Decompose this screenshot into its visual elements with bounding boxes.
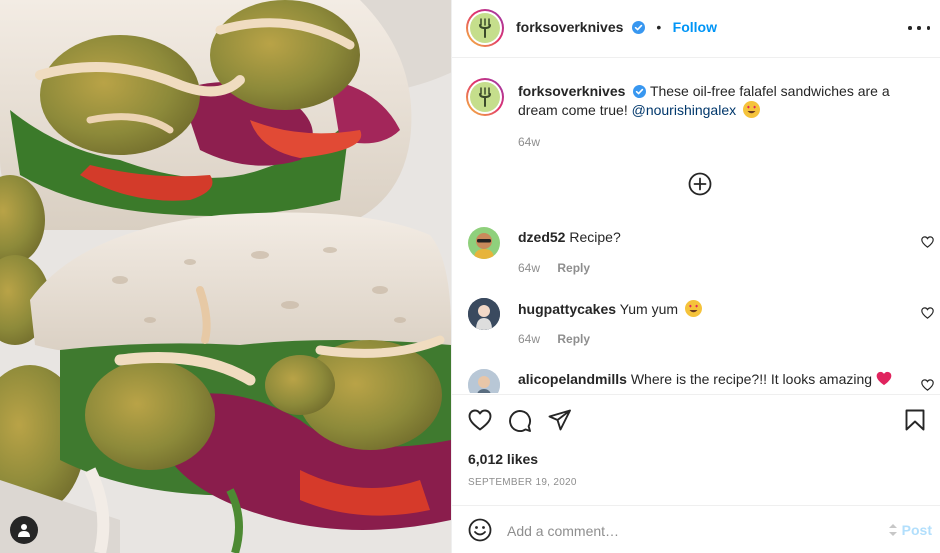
reply-button[interactable]: Reply	[557, 261, 590, 275]
comment-avatar[interactable]	[468, 227, 500, 259]
header-avatar[interactable]	[466, 9, 504, 47]
post-dialog: forksoverknives • Follow forksoverknives…	[0, 0, 940, 553]
share-icon[interactable]	[548, 409, 572, 431]
caption-timestamp: 64w	[518, 135, 541, 149]
red-heart-emoji	[876, 371, 892, 386]
comment-text: Where is the recipe?!! It looks amazing	[630, 371, 873, 387]
caption-username[interactable]: forksoverknives	[518, 83, 625, 99]
heart-icon[interactable]	[468, 409, 492, 431]
verified-badge-icon	[631, 21, 645, 34]
comment-username[interactable]: hugpattycakes	[518, 301, 616, 317]
falafel-photo-illustration	[0, 0, 451, 553]
comment-timestamp: 64w	[518, 261, 541, 275]
comment-username[interactable]: dzed52	[518, 229, 565, 245]
bookmark-icon[interactable]	[905, 409, 925, 431]
drag-handle-icon	[888, 524, 897, 536]
comment-avatar[interactable]	[468, 298, 500, 330]
comment-avatar[interactable]	[468, 369, 500, 393]
comment-like-icon[interactable]	[921, 236, 934, 248]
more-options-icon[interactable]	[908, 18, 930, 38]
comment-like-icon[interactable]	[921, 307, 934, 319]
add-comment-bar: Post	[452, 505, 940, 553]
comment-username[interactable]: alicopelandmills	[518, 371, 627, 387]
comment-text: Recipe?	[569, 229, 621, 245]
comment-text: Yum yum	[619, 301, 679, 317]
user-tag-icon	[18, 524, 30, 537]
post-button[interactable]: Post	[887, 522, 932, 538]
verified-badge-icon	[633, 85, 647, 98]
caption: forksoverknives These oil-free falafel s…	[518, 82, 926, 152]
forks-logo-icon	[479, 18, 491, 38]
caption-avatar[interactable]	[466, 78, 504, 116]
post-button-label: Post	[901, 522, 932, 538]
comment: dzed52 Recipe?	[518, 229, 621, 245]
action-bar: 6,012 likes SEPTEMBER 19, 2020	[452, 394, 940, 504]
post-sidebar: forksoverknives • Follow forksoverknives…	[451, 0, 940, 553]
forks-logo-icon	[479, 87, 491, 107]
like-count[interactable]: 6,012 likes	[468, 451, 538, 467]
header-separator: •	[656, 19, 662, 35]
post-header: forksoverknives • Follow	[452, 0, 940, 58]
plus-circle-icon[interactable]	[688, 172, 712, 196]
comment-like-icon[interactable]	[921, 379, 934, 391]
comment-meta: 64w Reply	[518, 332, 590, 346]
header-username[interactable]: forksoverknives	[516, 19, 623, 35]
user-tag-button[interactable]	[10, 516, 38, 544]
comment-input[interactable]	[507, 520, 877, 542]
comment: hugpattycakes Yum yum	[518, 300, 702, 317]
comments-list[interactable]: forksoverknives These oil-free falafel s…	[452, 59, 940, 393]
post-date: SEPTEMBER 19, 2020	[468, 477, 577, 488]
heart-eyes-emoji	[684, 300, 702, 317]
emoji-icon[interactable]	[468, 518, 492, 542]
heart-eyes-emoji	[743, 101, 760, 118]
comment: alicopelandmills Where is the recipe?!! …	[518, 371, 892, 387]
comment-meta: 64w Reply	[518, 261, 590, 275]
caption-mention-link[interactable]: @nourishingalex	[632, 102, 737, 118]
reply-button[interactable]: Reply	[557, 332, 590, 346]
follow-button[interactable]: Follow	[673, 19, 717, 35]
post-photo[interactable]	[0, 0, 451, 553]
comment-timestamp: 64w	[518, 332, 541, 346]
comment-icon[interactable]	[508, 409, 532, 433]
